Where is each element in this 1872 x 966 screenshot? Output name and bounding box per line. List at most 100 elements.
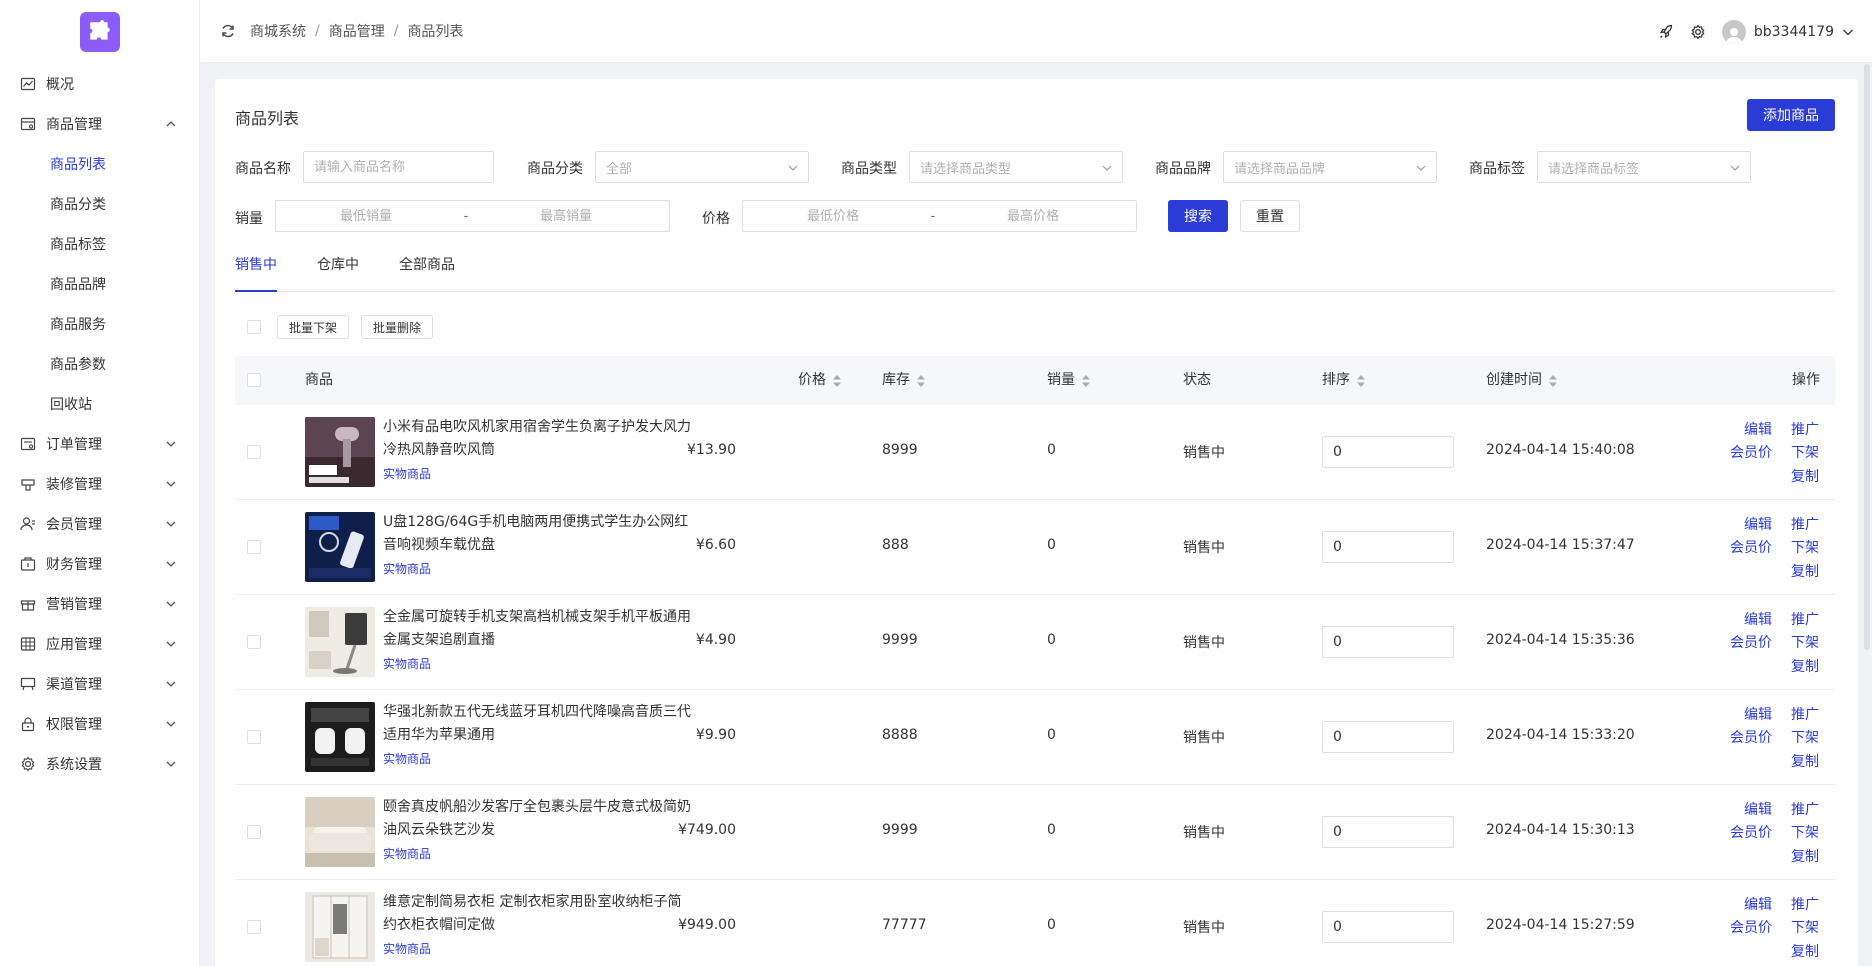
sidebar-subitem-goods-brand[interactable]: 商品品牌 xyxy=(0,264,199,304)
price-max-input[interactable] xyxy=(943,208,1123,224)
edit-link[interactable]: 编辑 xyxy=(1744,609,1772,629)
sidebar-subitem-goods-list[interactable]: 商品列表 xyxy=(0,144,199,184)
tab-all-products[interactable]: 全部商品 xyxy=(399,254,455,292)
gear-icon[interactable] xyxy=(1690,23,1706,40)
column-stock[interactable]: 库存 xyxy=(882,356,926,405)
brand-select[interactable]: 请选择商品品牌 xyxy=(1223,151,1437,183)
copy-link[interactable]: 复制 xyxy=(1791,941,1819,961)
sidebar-item-channels[interactable]: 渠道管理 xyxy=(0,664,199,704)
offshelf-link[interactable]: 下架 xyxy=(1791,822,1819,842)
sidebar-subitem-goods-category[interactable]: 商品分类 xyxy=(0,184,199,224)
product-thumbnail[interactable] xyxy=(305,892,375,962)
edit-link[interactable]: 编辑 xyxy=(1744,419,1772,439)
sidebar-subitem-goods-service[interactable]: 商品服务 xyxy=(0,304,199,344)
promote-link[interactable]: 推广 xyxy=(1791,514,1819,534)
batch-delete-button[interactable]: 批量删除 xyxy=(361,315,434,339)
member-price-link[interactable]: 会员价 xyxy=(1730,727,1772,747)
sort-input[interactable] xyxy=(1322,911,1454,943)
sales-max-input[interactable] xyxy=(476,208,656,224)
sidebar-item-decoration[interactable]: 装修管理 xyxy=(0,464,199,504)
promote-link[interactable]: 推广 xyxy=(1791,704,1819,724)
product-name[interactable]: 颐舍真皮帆船沙发客厅全包裹头层牛皮意式极简奶油风云朵铁艺沙发 xyxy=(383,796,693,842)
sidebar-item-marketing[interactable]: 营销管理 xyxy=(0,584,199,624)
member-price-link[interactable]: 会员价 xyxy=(1730,442,1772,462)
product-thumbnail[interactable] xyxy=(305,702,375,772)
column-sort[interactable]: 排序 xyxy=(1322,356,1366,405)
sidebar-subitem-recycle-bin[interactable]: 回收站 xyxy=(0,384,199,424)
category-select[interactable]: 全部 xyxy=(595,151,809,183)
sort-input[interactable] xyxy=(1322,531,1454,563)
product-name-input[interactable] xyxy=(303,151,494,183)
type-select[interactable]: 请选择商品类型 xyxy=(909,151,1123,183)
breadcrumb-item[interactable]: 商城系统 xyxy=(250,21,306,41)
copy-link[interactable]: 复制 xyxy=(1791,466,1819,486)
row-checkbox[interactable] xyxy=(247,635,261,649)
edit-link[interactable]: 编辑 xyxy=(1744,704,1772,724)
sort-input[interactable] xyxy=(1322,816,1454,848)
sort-input[interactable] xyxy=(1322,436,1454,468)
member-price-link[interactable]: 会员价 xyxy=(1730,822,1772,842)
sidebar-item-finance[interactable]: 财务管理 xyxy=(0,544,199,584)
avatar[interactable] xyxy=(1721,19,1746,44)
product-name[interactable]: 维意定制简易衣柜 定制衣柜家用卧室收纳柜子简约衣柜衣帽间定做 xyxy=(383,891,693,937)
sidebar-item-apps[interactable]: 应用管理 xyxy=(0,624,199,664)
tab-in-warehouse[interactable]: 仓库中 xyxy=(317,254,359,292)
sort-input[interactable] xyxy=(1322,721,1454,753)
header-checkbox[interactable] xyxy=(247,373,261,387)
promote-link[interactable]: 推广 xyxy=(1791,799,1819,819)
sidebar-item-orders[interactable]: 订单管理 xyxy=(0,424,199,464)
copy-link[interactable]: 复制 xyxy=(1791,656,1819,676)
offshelf-link[interactable]: 下架 xyxy=(1791,727,1819,747)
username[interactable]: bb3344179 xyxy=(1754,24,1834,40)
promote-link[interactable]: 推广 xyxy=(1791,609,1819,629)
offshelf-link[interactable]: 下架 xyxy=(1791,442,1819,462)
product-name[interactable]: 华强北新款五代无线蓝牙耳机四代降噪高音质三代适用华为苹果通用 xyxy=(383,701,693,747)
chevron-down-icon[interactable] xyxy=(1842,26,1854,38)
member-price-link[interactable]: 会员价 xyxy=(1730,632,1772,652)
promote-link[interactable]: 推广 xyxy=(1791,419,1819,439)
select-all-checkbox[interactable] xyxy=(247,320,261,334)
sidebar-subitem-goods-params[interactable]: 商品参数 xyxy=(0,344,199,384)
member-price-link[interactable]: 会员价 xyxy=(1730,917,1772,937)
tag-select[interactable]: 请选择商品标签 xyxy=(1537,151,1751,183)
edit-link[interactable]: 编辑 xyxy=(1744,894,1772,914)
price-min-input[interactable] xyxy=(743,208,923,224)
row-checkbox[interactable] xyxy=(247,920,261,934)
page-scrollbar[interactable] xyxy=(1864,64,1870,650)
product-thumbnail[interactable] xyxy=(305,607,375,677)
product-name[interactable]: U盘128G/64G手机电脑两用便携式学生办公网红音响视频车载优盘 xyxy=(383,511,693,557)
logo[interactable] xyxy=(79,12,120,52)
search-button[interactable]: 搜索 xyxy=(1168,200,1228,232)
row-checkbox[interactable] xyxy=(247,445,261,459)
product-thumbnail[interactable] xyxy=(305,417,375,487)
add-product-button[interactable]: 添加商品 xyxy=(1747,99,1835,131)
row-checkbox[interactable] xyxy=(247,730,261,744)
column-created[interactable]: 创建时间 xyxy=(1486,356,1558,405)
rocket-icon[interactable] xyxy=(1658,24,1674,40)
member-price-link[interactable]: 会员价 xyxy=(1730,537,1772,557)
column-price[interactable]: 价格 xyxy=(798,356,842,405)
reset-button[interactable]: 重置 xyxy=(1240,200,1300,232)
copy-link[interactable]: 复制 xyxy=(1791,561,1819,581)
sidebar-item-permissions[interactable]: 权限管理 xyxy=(0,704,199,744)
product-name[interactable]: 小米有品电吹风机家用宿舍学生负离子护发大风力冷热风静音吹风筒 xyxy=(383,416,693,462)
edit-link[interactable]: 编辑 xyxy=(1744,514,1772,534)
sort-input[interactable] xyxy=(1322,626,1454,658)
offshelf-link[interactable]: 下架 xyxy=(1791,917,1819,937)
sidebar-item-members[interactable]: 会员管理 xyxy=(0,504,199,544)
product-thumbnail[interactable] xyxy=(305,512,375,582)
product-thumbnail[interactable] xyxy=(305,797,375,867)
sidebar-item-overview[interactable]: 概况 xyxy=(0,64,199,104)
promote-link[interactable]: 推广 xyxy=(1791,894,1819,914)
row-checkbox[interactable] xyxy=(247,825,261,839)
refresh-icon[interactable] xyxy=(220,23,236,39)
sidebar-item-settings[interactable]: 系统设置 xyxy=(0,744,199,784)
offshelf-link[interactable]: 下架 xyxy=(1791,632,1819,652)
batch-offshelf-button[interactable]: 批量下架 xyxy=(277,315,350,339)
breadcrumb-item[interactable]: 商品管理 xyxy=(329,21,385,41)
product-name[interactable]: 全金属可旋转手机支架高档机械支架手机平板通用金属支架追剧直播 xyxy=(383,606,693,652)
edit-link[interactable]: 编辑 xyxy=(1744,799,1772,819)
tab-on-sale[interactable]: 销售中 xyxy=(235,254,277,292)
column-sales[interactable]: 销量 xyxy=(1047,356,1091,405)
copy-link[interactable]: 复制 xyxy=(1791,846,1819,866)
